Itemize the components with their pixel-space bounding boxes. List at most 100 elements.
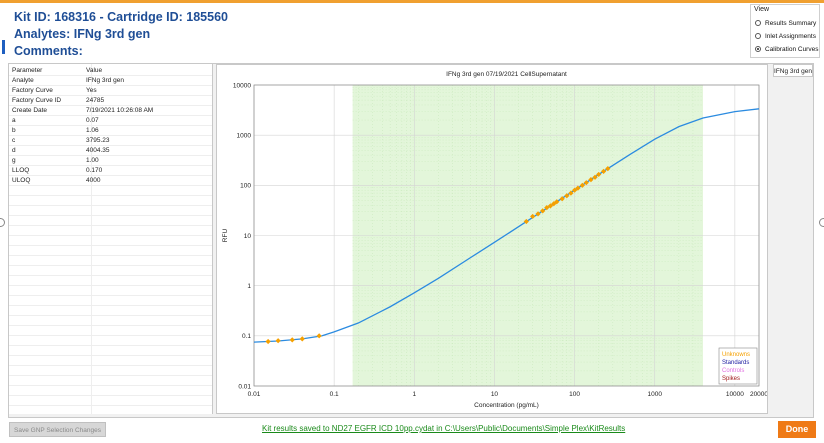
legend-entry: Controls <box>722 368 744 374</box>
table-empty-row <box>9 386 212 396</box>
kit-results-saved-link[interactable]: Kit results saved to ND27 EGFR ICD 10pp.… <box>262 424 625 433</box>
value-cell: Yes <box>86 87 97 94</box>
table-row: d 4004.35 <box>9 146 212 156</box>
table-empty-row <box>9 266 212 276</box>
parameter-cell: Factory Curve <box>12 87 53 94</box>
value-cell: 7/19/2021 10:26:08 AM <box>86 107 154 114</box>
table-row: Analyte IFNg 3rd gen <box>9 76 212 86</box>
parameter-table: Parameter Value Analyte IFNg 3rd gen Facto… <box>9 64 213 414</box>
table-empty-row <box>9 336 212 346</box>
parameter-cell: Factory Curve ID <box>12 97 62 104</box>
table-row: c 3795.23 <box>9 136 212 146</box>
view-selector: View Results Summary Inlet Assignments C… <box>750 4 820 58</box>
table-row: Create Date 7/19/2021 10:26:08 AM <box>9 106 212 116</box>
table-empty-row <box>9 196 212 206</box>
radio-icon[interactable] <box>755 33 761 39</box>
table-empty-row <box>9 216 212 226</box>
table-row: ULOQ 4000 <box>9 176 212 186</box>
parameter-cell: b <box>12 127 16 134</box>
tab-ifng-3rd-gen[interactable]: IFNg 3rd gen <box>773 64 813 77</box>
x-tick-label: 1 <box>412 391 416 398</box>
y-axis-label: RFU <box>222 229 229 243</box>
table-empty-row <box>9 276 212 286</box>
y-tick-label: 1 <box>247 283 251 290</box>
x-tick-label: 1000 <box>647 391 662 398</box>
table-empty-row <box>9 376 212 386</box>
view-option-calibration-curves[interactable]: Calibration Curves <box>755 44 818 54</box>
save-gnp-selection-button[interactable]: Save GNP Selection Changes <box>9 422 106 437</box>
x-tick-label: 20000 <box>750 391 767 398</box>
value-cell: 4000 <box>86 177 101 184</box>
parameter-cell: Analyte <box>12 77 34 84</box>
table-empty-row <box>9 226 212 236</box>
y-tick-label: 0.1 <box>242 333 251 340</box>
table-row: a 0.07 <box>9 116 212 126</box>
value-cell: 0.170 <box>86 167 103 174</box>
x-axis-label: Concentration (pg/mL) <box>474 402 539 409</box>
parameter-cell: g <box>12 157 16 164</box>
kit-title: Kit ID: 168316 - Cartridge ID: 185560 <box>14 10 228 24</box>
window-top-accent <box>0 0 824 3</box>
radio-selected-icon[interactable] <box>755 46 761 52</box>
table-empty-row <box>9 316 212 326</box>
column-header-value: Value <box>86 67 103 74</box>
table-row: Factory Curve ID 24785 <box>9 96 212 106</box>
table-empty-row <box>9 186 212 196</box>
value-cell: 24785 <box>86 97 105 104</box>
table-empty-row <box>9 296 212 306</box>
y-tick-label: 0.01 <box>238 383 251 390</box>
value-cell: 1.00 <box>86 157 99 164</box>
legend-entry: Unknowns <box>722 352 750 358</box>
table-header-row: Parameter Value <box>9 66 212 76</box>
calibration-chart-area: 0.01 0.1 1 10 100 1000 10000 20000 0.01 0.1 1 10 100… <box>216 64 768 414</box>
table-row: Factory Curve Yes <box>9 86 212 96</box>
view-option-results-summary[interactable]: Results Summary <box>755 18 816 28</box>
value-cell: 4004.35 <box>86 147 110 154</box>
view-option-label: Results Summary <box>765 19 817 27</box>
column-header-parameter: Parameter <box>12 67 43 74</box>
table-empty-row <box>9 286 212 296</box>
value-cell: 0.07 <box>86 117 99 124</box>
parameter-cell: d <box>12 147 16 154</box>
table-empty-row <box>9 256 212 266</box>
table-empty-row <box>9 306 212 316</box>
right-resize-handle[interactable] <box>819 218 824 227</box>
x-tick-label: 0.01 <box>248 391 261 398</box>
y-tick-label: 10 <box>244 233 252 240</box>
window-left-accent <box>2 40 5 54</box>
view-selector-title: View <box>754 6 770 13</box>
table-empty-row <box>9 246 212 256</box>
left-resize-handle[interactable] <box>0 218 5 227</box>
y-tick-label: 10000 <box>233 82 251 89</box>
table-row: LLOQ 0.170 <box>9 166 212 176</box>
table-empty-row <box>9 346 212 356</box>
legend-entry: Spikes <box>722 376 740 382</box>
value-cell: 3795.23 <box>86 137 110 144</box>
parameter-cell: ULOQ <box>12 177 31 184</box>
y-tick-label: 1000 <box>237 132 252 139</box>
table-empty-row <box>9 206 212 216</box>
view-option-inlet-assignments[interactable]: Inlet Assignments <box>755 31 816 41</box>
table-empty-row <box>9 366 212 376</box>
table-empty-row <box>9 326 212 336</box>
done-button[interactable]: Done <box>778 421 816 438</box>
parameter-cell: a <box>12 117 16 124</box>
view-option-label: Calibration Curves <box>765 45 819 53</box>
x-tick-label: 0.1 <box>330 391 339 398</box>
table-row: g 1.00 <box>9 156 212 166</box>
parameter-cell: c <box>12 137 16 144</box>
calibration-chart: 0.01 0.1 1 10 100 1000 10000 20000 0.01 0.1 1 10 100… <box>222 71 768 409</box>
analytes-title: Analytes: IFNg 3rd gen <box>14 27 151 41</box>
legend-entry: Standards <box>722 360 749 366</box>
value-cell: IFNg 3rd gen <box>86 77 124 84</box>
parameter-cell: Create Date <box>12 107 48 114</box>
chart-title: IFNg 3rd gen 07/19/2021 CellSupernatant <box>446 71 567 78</box>
x-tick-label: 10000 <box>726 391 744 398</box>
x-tick-label: 100 <box>569 391 580 398</box>
table-empty-row <box>9 396 212 406</box>
radio-icon[interactable] <box>755 20 761 26</box>
value-cell: 1.06 <box>86 127 99 134</box>
comments-label: Comments: <box>14 44 83 58</box>
x-tick-label: 10 <box>491 391 499 398</box>
table-empty-row <box>9 236 212 246</box>
